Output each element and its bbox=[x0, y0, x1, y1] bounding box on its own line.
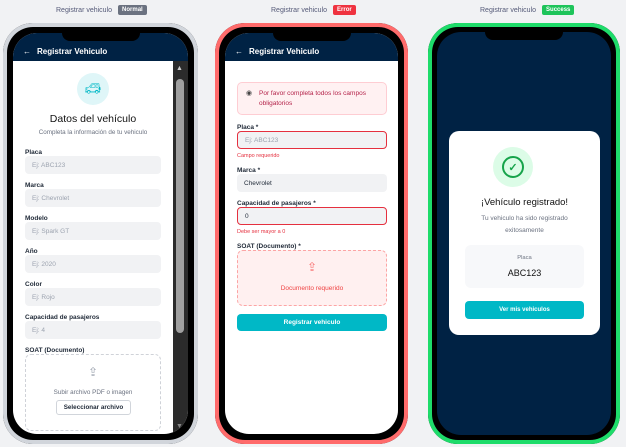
screen: ✓ ¡Vehículo registrado! Tu vehiculo ha s… bbox=[437, 32, 611, 435]
upload-icon: ⇪ bbox=[306, 260, 318, 274]
field-label: Color bbox=[25, 281, 42, 288]
state-badge: Normal bbox=[118, 5, 147, 15]
alert-circle-icon: ◉ bbox=[246, 90, 253, 97]
caption-success: Registrar vehiculo Success bbox=[480, 5, 575, 15]
capacidad-label: Capacidad de pasajeros * bbox=[237, 200, 316, 207]
phone-error: ← Registrar Vehiculo ◉ Por favor completa… bbox=[215, 23, 408, 444]
form-title: Datos del vehículo bbox=[49, 113, 137, 125]
success-card: ✓ ¡Vehículo registrado! Tu vehiculo ha s… bbox=[449, 131, 600, 335]
upload-area[interactable]: ⇪ Documento requerido bbox=[237, 250, 387, 306]
field-input[interactable]: Ej: 4 bbox=[25, 321, 161, 339]
state-badge: Error bbox=[333, 5, 356, 15]
marca-label: Marca * bbox=[237, 167, 261, 174]
upload-area[interactable]: ⇪ Subir archivo PDF o imagen Seleccionar… bbox=[25, 354, 161, 431]
placa-summary: Placa ABC123 bbox=[465, 245, 584, 288]
placa-label: Placa * bbox=[237, 124, 259, 131]
notch bbox=[485, 32, 563, 40]
notch bbox=[61, 33, 140, 41]
notch bbox=[272, 33, 351, 41]
field-input[interactable]: Ej: 2020 bbox=[25, 255, 161, 273]
car-icon: 🚙︎ bbox=[77, 73, 109, 105]
alert-text: Por favor completa todos los campos obli… bbox=[259, 90, 366, 107]
caption-error: Registrar vehiculo Error bbox=[271, 5, 356, 15]
state-badge: Success bbox=[542, 5, 575, 15]
field-label: Capacidad de pasajeros bbox=[25, 314, 100, 321]
success-message: Tu vehiculo ha sido registrado exitosame… bbox=[481, 215, 568, 234]
scrollbar[interactable]: ▲ ▼ bbox=[173, 61, 188, 434]
field-label: Modelo bbox=[25, 215, 48, 222]
phone-normal: ← Registrar Vehiculo ▲ ▼ 🚙︎ Datos del veh… bbox=[3, 23, 198, 444]
upload-text: Subir archivo PDF o imagen bbox=[53, 389, 133, 396]
field-input[interactable]: Ej: Chevrolet bbox=[25, 189, 161, 207]
back-arrow-icon[interactable]: ← bbox=[235, 47, 243, 56]
success-title: ¡Vehículo registrado! bbox=[480, 197, 569, 208]
error-alert: ◉ Por favor completa todos los campos ob… bbox=[237, 82, 387, 115]
capacidad-input[interactable]: 0 bbox=[237, 207, 387, 225]
scroll-thumb[interactable] bbox=[176, 79, 184, 333]
form-subtitle: Completa la información de tu vehiculo bbox=[38, 129, 148, 136]
caption-label: Registrar vehiculo bbox=[271, 6, 328, 14]
check-circle-icon: ✓ bbox=[493, 147, 533, 187]
placa-summary-label: Placa bbox=[517, 255, 532, 261]
caption-normal: Registrar vehiculo Normal bbox=[56, 5, 147, 15]
field-input[interactable]: Ej: Rojo bbox=[25, 288, 161, 306]
view-vehicles-button[interactable]: Ver mis vehiculos bbox=[465, 301, 584, 319]
phone-success: ✓ ¡Vehículo registrado! Tu vehiculo ha s… bbox=[428, 23, 620, 444]
field-input[interactable]: Ej: Spark GT bbox=[25, 222, 161, 240]
register-button[interactable]: Registrar vehiculo bbox=[237, 314, 387, 331]
upload-icon: ⇪ bbox=[87, 365, 99, 379]
soat-error: Documento requerido bbox=[280, 285, 344, 292]
screen: ← Registrar Vehiculo ▲ ▼ 🚙︎ Datos del veh… bbox=[13, 33, 188, 434]
placa-input[interactable]: Ej: ABC123 bbox=[237, 131, 387, 149]
caption-label: Registrar vehiculo bbox=[480, 6, 537, 14]
scroll-up-icon[interactable]: ▲ bbox=[176, 65, 183, 72]
marca-input[interactable]: Chevrolet bbox=[237, 174, 387, 192]
caption-label: Registrar vehiculo bbox=[56, 6, 113, 14]
select-file-button[interactable]: Seleccionar archivo bbox=[56, 400, 131, 415]
field-label: Placa bbox=[25, 149, 42, 156]
capacidad-error: Debe ser mayor a 0 bbox=[237, 229, 286, 235]
back-arrow-icon[interactable]: ← bbox=[23, 47, 31, 56]
scroll-down-icon[interactable]: ▼ bbox=[176, 423, 183, 430]
field-input[interactable]: Ej: ABC123 bbox=[25, 156, 161, 174]
soat-label: SOAT (Documento) * bbox=[237, 243, 301, 250]
header-title: Registrar Vehiculo bbox=[37, 46, 108, 56]
field-label: Marca bbox=[25, 182, 44, 189]
placa-summary-value: ABC123 bbox=[507, 268, 542, 278]
placa-error: Campo requerido bbox=[237, 153, 280, 159]
field-label: Año bbox=[25, 248, 38, 255]
header-title: Registrar Vehiculo bbox=[249, 46, 320, 56]
soat-label: SOAT (Documento) bbox=[25, 347, 85, 354]
screen: ← Registrar Vehiculo ◉ Por favor completa… bbox=[225, 33, 398, 434]
